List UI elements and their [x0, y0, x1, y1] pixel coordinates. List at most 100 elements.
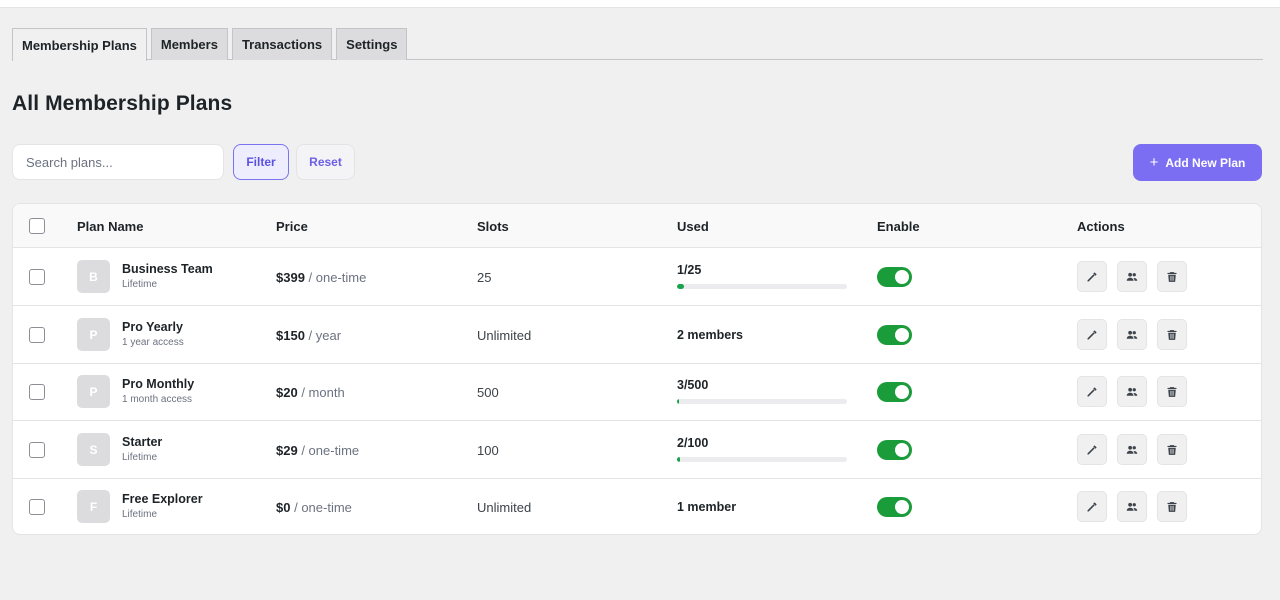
- usage-progress-fill: [677, 284, 684, 289]
- plan-slots: Unlimited: [477, 328, 532, 343]
- members-icon: [1126, 501, 1138, 513]
- select-all-checkbox[interactable]: [29, 218, 45, 234]
- edit-button[interactable]: [1077, 434, 1107, 465]
- tab-transactions[interactable]: Transactions: [231, 28, 333, 60]
- usage-progress-fill: [677, 399, 680, 404]
- price-amount: $150: [276, 328, 305, 343]
- plan-duration: 1 month access: [122, 394, 193, 405]
- members-button[interactable]: [1117, 261, 1147, 292]
- delete-button[interactable]: [1157, 491, 1187, 522]
- price-period: / one-time: [294, 500, 352, 515]
- enable-toggle[interactable]: [877, 440, 912, 460]
- table-row: F Free Explorer Lifetime $0 / one-time Unlim…: [13, 478, 1261, 534]
- edit-button[interactable]: [1077, 319, 1107, 350]
- row-checkbox[interactable]: [29, 442, 45, 458]
- plan-used: 1 member: [677, 500, 737, 514]
- plan-name: Starter: [122, 435, 163, 449]
- plan-name: Free Explorer: [122, 492, 203, 506]
- tab-settings[interactable]: Settings: [336, 28, 408, 60]
- plan-price: $399 / one-time: [276, 270, 366, 285]
- plan-avatar: F: [77, 490, 110, 523]
- plan-duration: Lifetime: [122, 279, 158, 290]
- delete-button[interactable]: [1157, 434, 1187, 465]
- members-button[interactable]: [1117, 376, 1147, 407]
- members-icon: [1126, 271, 1138, 283]
- plan-name: Pro Yearly: [122, 320, 183, 334]
- usage-progress-bar: [677, 284, 847, 289]
- plan-duration: Lifetime: [122, 509, 158, 520]
- price-amount: $0: [276, 500, 291, 515]
- add-new-plan-label: Add New Plan: [1165, 155, 1246, 170]
- members-icon: [1126, 329, 1138, 341]
- plan-price: $20 / month: [276, 385, 345, 400]
- usage-progress-bar: [677, 399, 847, 404]
- row-checkbox[interactable]: [29, 384, 45, 400]
- tab-members[interactable]: Members: [150, 28, 228, 60]
- plan-duration: 1 year access: [122, 337, 184, 348]
- delete-button[interactable]: [1157, 319, 1187, 350]
- row-checkbox[interactable]: [29, 269, 45, 285]
- delete-button[interactable]: [1157, 376, 1187, 407]
- add-new-plan-button[interactable]: + Add New Plan: [1133, 144, 1262, 181]
- table-row: S Starter Lifetime $29 / one-time 100 2/100: [13, 421, 1261, 479]
- plan-slots: 25: [477, 270, 492, 285]
- tab-bar: Membership Plans Members Transactions Se…: [12, 28, 1263, 61]
- plan-name: Pro Monthly: [122, 377, 195, 391]
- row-checkbox[interactable]: [29, 327, 45, 343]
- members-button[interactable]: [1117, 319, 1147, 350]
- price-amount: $29: [276, 443, 298, 458]
- delete-icon: [1166, 386, 1178, 398]
- delete-button[interactable]: [1157, 261, 1187, 292]
- plan-slots: 500: [477, 385, 499, 400]
- plan-used: 2 members: [677, 328, 744, 342]
- delete-icon: [1166, 444, 1178, 456]
- header-slots: Slots: [477, 219, 509, 234]
- table-header: Plan Name Price Slots Used Enable Action…: [13, 204, 1261, 248]
- plan-name: Business Team: [122, 262, 213, 276]
- plan-duration: Lifetime: [122, 452, 158, 463]
- edit-button[interactable]: [1077, 491, 1107, 522]
- delete-icon: [1166, 271, 1178, 283]
- header-used: Used: [677, 219, 709, 234]
- members-icon: [1126, 444, 1138, 456]
- usage-progress-fill: [677, 457, 681, 462]
- reset-button[interactable]: Reset: [296, 144, 355, 180]
- header-plan-name: Plan Name: [77, 219, 144, 234]
- price-amount: $399: [276, 270, 305, 285]
- plan-avatar: P: [77, 318, 110, 351]
- plan-used: 2/100: [677, 436, 709, 450]
- plan-price: $0 / one-time: [276, 500, 352, 515]
- plan-slots: 100: [477, 443, 499, 458]
- price-period: / year: [308, 328, 342, 343]
- top-bar: [0, 0, 1280, 8]
- table-row: P Pro Monthly 1 month access $20 / month 500…: [13, 363, 1261, 421]
- members-icon: [1126, 386, 1138, 398]
- edit-icon: [1086, 501, 1098, 513]
- enable-toggle[interactable]: [877, 382, 912, 402]
- table-row: P Pro Yearly 1 year access $150 / year Unlim…: [13, 306, 1261, 364]
- members-button[interactable]: [1117, 434, 1147, 465]
- header-enable: Enable: [877, 219, 920, 234]
- members-button[interactable]: [1117, 491, 1147, 522]
- plan-used: 1/25: [677, 263, 702, 277]
- edit-button[interactable]: [1077, 261, 1107, 292]
- price-amount: $20: [276, 385, 298, 400]
- edit-button[interactable]: [1077, 376, 1107, 407]
- edit-icon: [1086, 386, 1098, 398]
- header-actions: Actions: [1077, 219, 1125, 234]
- price-period: / one-time: [308, 270, 367, 285]
- edit-icon: [1086, 444, 1098, 456]
- plus-icon: +: [1149, 154, 1159, 171]
- price-period: / month: [301, 385, 345, 400]
- enable-toggle[interactable]: [877, 267, 912, 287]
- plan-price: $29 / one-time: [276, 443, 359, 458]
- row-checkbox[interactable]: [29, 499, 45, 515]
- filter-button[interactable]: Filter: [233, 144, 289, 180]
- page-title: All Membership Plans: [12, 92, 233, 115]
- price-period: / one-time: [301, 443, 360, 458]
- enable-toggle[interactable]: [877, 497, 912, 517]
- search-input[interactable]: [12, 144, 224, 180]
- delete-icon: [1166, 501, 1178, 513]
- tab-membership-plans[interactable]: Membership Plans: [12, 28, 147, 61]
- enable-toggle[interactable]: [877, 325, 912, 345]
